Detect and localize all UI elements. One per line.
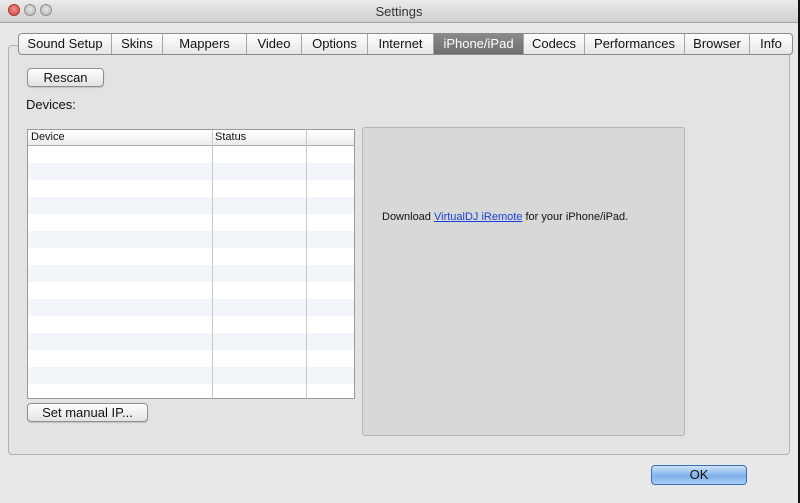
devices-label: Devices: bbox=[26, 97, 76, 112]
column-header-status[interactable]: Status bbox=[215, 131, 246, 143]
settings-window: Settings Sound Setup Skins Mappers Video… bbox=[0, 0, 799, 503]
column-divider[interactable] bbox=[306, 130, 307, 398]
download-suffix: for your iPhone/iPad. bbox=[522, 211, 629, 223]
tab-info[interactable]: Info bbox=[750, 34, 792, 54]
tab-internet[interactable]: Internet bbox=[368, 34, 434, 54]
iremote-info-box: Download VirtualDJ iRemote for your iPho… bbox=[362, 127, 685, 436]
tab-performances[interactable]: Performances bbox=[585, 34, 685, 54]
download-prefix: Download bbox=[382, 211, 434, 223]
virtualdj-iremote-link[interactable]: VirtualDJ iRemote bbox=[434, 211, 522, 223]
tab-options[interactable]: Options bbox=[302, 34, 368, 54]
tab-iphone-ipad[interactable]: iPhone/iPad bbox=[434, 34, 524, 54]
tab-mappers[interactable]: Mappers bbox=[163, 34, 247, 54]
tab-browser[interactable]: Browser bbox=[685, 34, 750, 54]
tab-video[interactable]: Video bbox=[247, 34, 302, 54]
title-bar[interactable]: Settings bbox=[0, 0, 798, 23]
devices-table[interactable]: Device Status bbox=[27, 129, 355, 399]
tab-skins[interactable]: Skins bbox=[112, 34, 163, 54]
iremote-download-text: Download VirtualDJ iRemote for your iPho… bbox=[382, 211, 628, 223]
window-title: Settings bbox=[375, 4, 423, 19]
ok-button[interactable]: OK bbox=[651, 465, 747, 485]
set-manual-ip-button[interactable]: Set manual IP... bbox=[27, 403, 148, 422]
tab-codecs[interactable]: Codecs bbox=[524, 34, 585, 54]
column-header-device[interactable]: Device bbox=[31, 131, 65, 143]
tab-sound-setup[interactable]: Sound Setup bbox=[19, 34, 112, 54]
settings-tabs: Sound Setup Skins Mappers Video Options … bbox=[18, 33, 793, 55]
rescan-button[interactable]: Rescan bbox=[27, 68, 104, 87]
column-divider[interactable] bbox=[212, 130, 213, 398]
